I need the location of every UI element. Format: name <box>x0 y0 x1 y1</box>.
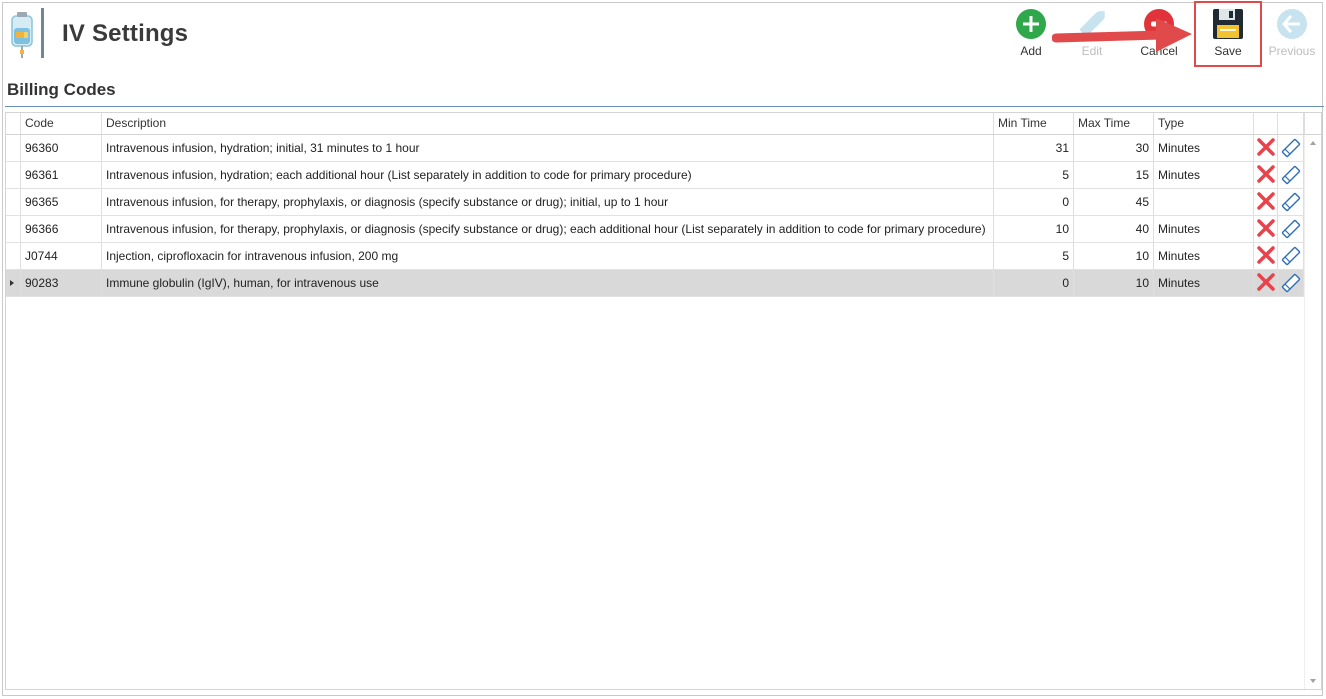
cell-description[interactable]: Intravenous infusion, for therapy, proph… <box>102 216 994 242</box>
cell-code[interactable]: 96366 <box>21 216 102 242</box>
edit-row-button[interactable] <box>1278 135 1304 161</box>
cell-code[interactable]: 96361 <box>21 162 102 188</box>
column-header-delete <box>1254 113 1278 134</box>
cell-type[interactable]: Minutes <box>1154 243 1254 269</box>
save-highlight-box <box>1194 1 1262 67</box>
cell-type[interactable]: Minutes <box>1154 162 1254 188</box>
iv-bag-icon <box>10 8 50 60</box>
delete-row-button[interactable] <box>1254 162 1278 188</box>
cell-max-time[interactable]: 10 <box>1074 270 1154 296</box>
edit-row-button[interactable] <box>1278 189 1304 215</box>
cell-min-time[interactable]: 0 <box>994 270 1074 296</box>
row-indicator[interactable] <box>6 270 21 296</box>
cell-code[interactable]: 96365 <box>21 189 102 215</box>
cell-min-time[interactable]: 10 <box>994 216 1074 242</box>
row-indicator[interactable] <box>6 189 21 215</box>
cell-description[interactable]: Intravenous infusion, hydration; each ad… <box>102 162 994 188</box>
table-row[interactable]: J0744 Injection, ciprofloxacin for intrav… <box>6 243 1304 270</box>
vertical-scrollbar[interactable] <box>1304 135 1321 689</box>
table-row[interactable]: 96361 Intravenous infusion, hydration; ea… <box>6 162 1304 189</box>
cell-min-time[interactable]: 5 <box>994 243 1074 269</box>
row-indicator-header <box>6 113 21 134</box>
cell-description[interactable]: Injection, ciprofloxacin for intravenous… <box>102 243 994 269</box>
add-label: Add <box>1020 44 1042 58</box>
delete-row-button[interactable] <box>1254 189 1278 215</box>
delete-row-button[interactable] <box>1254 135 1278 161</box>
row-indicator[interactable] <box>6 243 21 269</box>
cell-code[interactable]: J0744 <box>21 243 102 269</box>
section-title: Billing Codes <box>7 80 116 99</box>
section-divider <box>5 106 1324 107</box>
cell-min-time[interactable]: 5 <box>994 162 1074 188</box>
row-indicator[interactable] <box>6 162 21 188</box>
table-row[interactable]: 96365 Intravenous infusion, for therapy, … <box>6 189 1304 216</box>
cell-max-time[interactable]: 30 <box>1074 135 1154 161</box>
cell-max-time[interactable]: 45 <box>1074 189 1154 215</box>
grid-header: Code Description Min Time Max Time Type <box>6 113 1304 135</box>
column-header-code[interactable]: Code <box>21 113 102 134</box>
row-indicator[interactable] <box>6 135 21 161</box>
cell-max-time[interactable]: 15 <box>1074 162 1154 188</box>
previous-button[interactable]: Previous <box>1264 6 1320 66</box>
cell-type[interactable]: Minutes <box>1154 135 1254 161</box>
delete-row-button[interactable] <box>1254 270 1278 296</box>
cell-max-time[interactable]: 40 <box>1074 216 1154 242</box>
cell-type[interactable]: Minutes <box>1154 270 1254 296</box>
table-row[interactable]: 90283 Immune globulin (IgIV), human, for … <box>6 270 1304 297</box>
scroll-up-icon[interactable] <box>1310 141 1316 145</box>
cell-type[interactable]: Minutes <box>1154 216 1254 242</box>
edit-row-button[interactable] <box>1278 162 1304 188</box>
cell-max-time[interactable]: 10 <box>1074 243 1154 269</box>
annotation-arrow <box>1051 10 1202 65</box>
column-header-edit <box>1278 113 1304 134</box>
cell-code[interactable]: 96360 <box>21 135 102 161</box>
delete-row-button[interactable] <box>1254 243 1278 269</box>
edit-row-button[interactable] <box>1278 216 1304 242</box>
delete-row-button[interactable] <box>1254 216 1278 242</box>
current-row-icon <box>10 280 14 286</box>
add-button[interactable]: Add <box>1003 6 1059 66</box>
page-title: IV Settings <box>62 20 189 47</box>
column-header-type[interactable]: Type <box>1154 113 1254 134</box>
cell-description[interactable]: Immune globulin (IgIV), human, for intra… <box>102 270 994 296</box>
edit-row-button[interactable] <box>1278 243 1304 269</box>
cell-description[interactable]: Intravenous infusion, hydration; initial… <box>102 135 994 161</box>
column-header-max-time[interactable]: Max Time <box>1074 113 1154 134</box>
cell-type[interactable] <box>1154 189 1254 215</box>
cell-min-time[interactable]: 31 <box>994 135 1074 161</box>
cell-min-time[interactable]: 0 <box>994 189 1074 215</box>
billing-codes-grid[interactable]: Code Description Min Time Max Time Type … <box>5 112 1322 690</box>
column-header-description[interactable]: Description <box>102 113 994 134</box>
scroll-down-icon[interactable] <box>1310 679 1316 683</box>
table-row[interactable]: 96366 Intravenous infusion, for therapy, … <box>6 216 1304 243</box>
cell-description[interactable]: Intravenous infusion, for therapy, proph… <box>102 189 994 215</box>
edit-row-button[interactable] <box>1278 270 1304 296</box>
cell-code[interactable]: 90283 <box>21 270 102 296</box>
row-indicator[interactable] <box>6 216 21 242</box>
column-header-min-time[interactable]: Min Time <box>994 113 1074 134</box>
scrollbar-corner <box>1304 113 1321 135</box>
table-row[interactable]: 96360 Intravenous infusion, hydration; in… <box>6 135 1304 162</box>
previous-label: Previous <box>1268 44 1316 58</box>
